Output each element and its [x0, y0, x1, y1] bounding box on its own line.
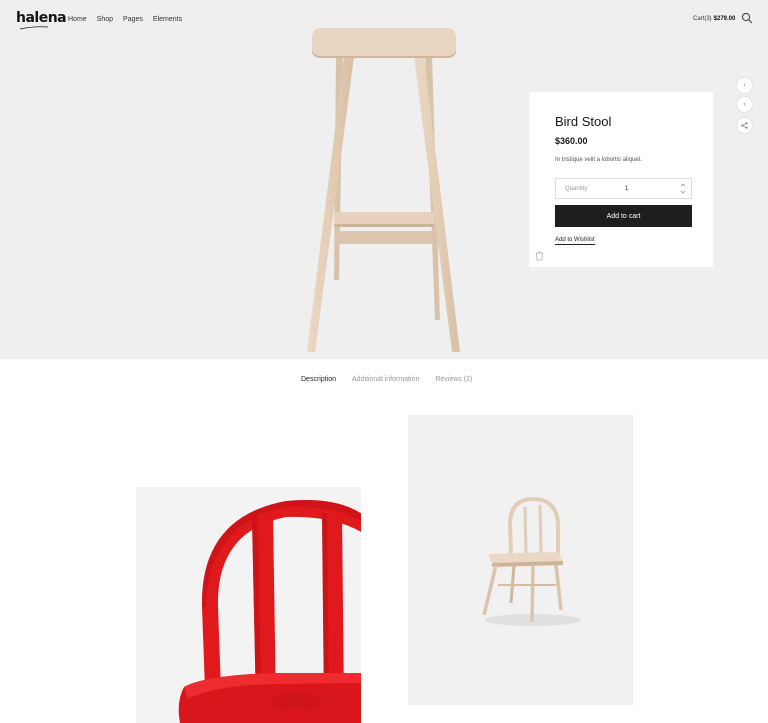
quantity-label: Quantity	[565, 186, 588, 192]
tab-additional-information[interactable]: Additional information	[352, 376, 419, 383]
cart-link[interactable]: Cart(3) $279.00	[693, 16, 735, 22]
product-summary-card: Bird Stool $360.00 In tristique velit a …	[529, 92, 713, 267]
chevron-right-icon: ›	[743, 101, 746, 108]
cup-icon	[536, 250, 543, 261]
product-tabs: Description Additional information Revie…	[301, 376, 472, 383]
add-to-wishlist-link[interactable]: Add to Wishlist	[555, 237, 595, 245]
nav-elements[interactable]: Elements	[153, 16, 182, 23]
gallery-image-wooden-chair	[408, 415, 633, 705]
share-icon	[741, 122, 748, 129]
product-title: Bird Stool	[555, 114, 612, 129]
brand-logo[interactable]: halena	[16, 10, 67, 26]
quantity-value[interactable]: 1	[625, 186, 628, 192]
bird-stool-image	[307, 28, 460, 352]
main-nav: Home Shop Pages Elements	[68, 16, 182, 23]
nav-home[interactable]: Home	[68, 16, 87, 23]
prev-product-button[interactable]: ‹	[737, 78, 752, 93]
tab-reviews[interactable]: Reviews (2)	[435, 376, 472, 383]
logo-swoosh	[19, 26, 49, 30]
share-button[interactable]	[737, 118, 752, 133]
tab-description[interactable]: Description	[301, 376, 336, 383]
nav-pages[interactable]: Pages	[123, 16, 143, 23]
product-short-description: In tristique velit a lobortis aliquet.	[555, 157, 643, 163]
chevron-left-icon: ‹	[743, 82, 746, 89]
red-chair-illustration	[178, 500, 361, 723]
wooden-chair-illustration	[482, 496, 581, 626]
stepper-arrows-icon[interactable]	[680, 182, 686, 195]
cart-count: Cart(3)	[693, 16, 712, 22]
search-icon[interactable]	[741, 12, 753, 24]
gallery-image-red-chair	[136, 487, 361, 723]
add-to-cart-button[interactable]: Add to cart	[555, 205, 692, 227]
nav-shop[interactable]: Shop	[97, 16, 113, 23]
next-product-button[interactable]: ›	[737, 97, 752, 112]
cart-total: $279.00	[713, 16, 736, 22]
quantity-stepper[interactable]: Quantity 1	[555, 178, 692, 199]
product-price: $360.00	[555, 136, 588, 146]
